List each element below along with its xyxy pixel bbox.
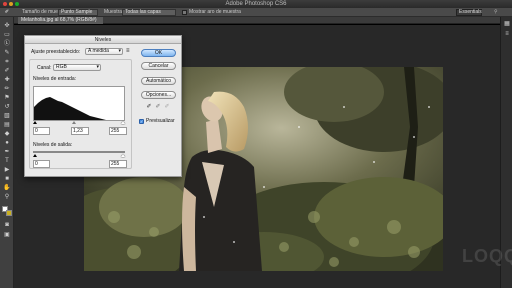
- gradient-tool-icon[interactable]: ▤: [3, 122, 11, 129]
- cancel-button[interactable]: Cancelar: [141, 62, 176, 70]
- preset-label: Ajuste preestablecido:: [31, 49, 81, 55]
- preview-label: Previsualizar: [146, 118, 175, 124]
- output-levels-label: Niveles de salida:: [33, 142, 73, 148]
- marquee-tool-icon[interactable]: ▭: [3, 32, 11, 39]
- blur-tool-icon[interactable]: ◆: [3, 131, 11, 138]
- dodge-tool-icon[interactable]: ●: [3, 140, 11, 147]
- input-white-slider[interactable]: [121, 121, 125, 124]
- white-point-eyedropper-icon[interactable]: ✐: [164, 104, 170, 110]
- options-bar: ✐ Tamaño de muestra: Punto Sample Muestr…: [0, 8, 512, 17]
- black-point-eyedropper-icon[interactable]: ✐: [146, 104, 152, 110]
- eraser-tool-icon[interactable]: ▧: [3, 113, 11, 120]
- history-brush-icon[interactable]: ↺: [3, 104, 11, 111]
- sample-layers-select[interactable]: Todas las capas: [122, 9, 176, 16]
- zoom-tool-icon[interactable]: ⚲: [3, 194, 11, 201]
- healing-brush-icon[interactable]: ✚: [3, 77, 11, 84]
- ok-button[interactable]: OK: [141, 49, 176, 57]
- screen-mode-icon[interactable]: ▣: [3, 232, 11, 239]
- levels-dialog-title: Niveles: [25, 36, 181, 44]
- input-white-field[interactable]: [109, 127, 127, 135]
- eyedropper-tool-icon[interactable]: ✐: [2, 9, 12, 16]
- output-white-field[interactable]: [109, 160, 127, 168]
- search-icon[interactable]: ⚲: [494, 9, 498, 16]
- sample-label: Muestra:: [104, 9, 124, 15]
- eyedropper-icon[interactable]: ✐: [3, 68, 11, 75]
- show-ring-checkbox[interactable]: [182, 10, 187, 15]
- output-gradient-bar: [33, 151, 125, 153]
- input-black-field[interactable]: [33, 127, 50, 135]
- histogram: [33, 86, 125, 121]
- window-title: Adobe Photoshop CS6: [225, 1, 287, 7]
- output-black-slider[interactable]: [33, 154, 37, 157]
- document-tab-bar: Melanholia.jpg al 68,7% (RGB/8#): [14, 17, 512, 24]
- lasso-tool-icon[interactable]: Ⓛ: [3, 41, 11, 48]
- type-tool-icon[interactable]: T: [3, 158, 11, 165]
- crop-tool-icon[interactable]: ⌗: [3, 59, 11, 66]
- quick-mask-icon[interactable]: ◙: [3, 222, 11, 229]
- pen-tool-icon[interactable]: ✒: [3, 149, 11, 156]
- history-panel-icon[interactable]: ▦: [503, 21, 511, 28]
- show-ring-label: Mostrar aro de muestra: [189, 9, 241, 15]
- channel-label: Canal:: [37, 65, 52, 71]
- input-gamma-field[interactable]: [71, 127, 89, 135]
- brush-tool-icon[interactable]: ✏: [3, 86, 11, 93]
- background-color-swatch[interactable]: [6, 210, 12, 216]
- preview-checkbox[interactable]: ✓: [139, 119, 144, 124]
- preset-select[interactable]: A medida: [85, 48, 123, 55]
- input-levels-label: Niveles de entrada:: [33, 76, 77, 82]
- workspace-switcher[interactable]: Essentials: [456, 9, 482, 16]
- clone-stamp-icon[interactable]: ⚑: [3, 95, 11, 102]
- input-black-slider[interactable]: [33, 121, 37, 124]
- toolbox: ✜ ▭ Ⓛ ✎ ⌗ ✐ ✚ ✏ ⚑ ↺ ▧ ▤ ◆ ● ✒ T ▶ ■ ✋ ⚲ …: [0, 17, 14, 288]
- shape-tool-icon[interactable]: ■: [3, 176, 11, 183]
- watermark-logo: LOQQ: [462, 246, 512, 266]
- histogram-graph: [34, 97, 106, 120]
- channel-select[interactable]: RGB: [53, 64, 101, 71]
- hand-tool-icon[interactable]: ✋: [3, 185, 11, 192]
- document-tab[interactable]: Melanholia.jpg al 68,7% (RGB/8#): [18, 17, 103, 24]
- output-white-slider[interactable]: [121, 154, 125, 157]
- move-tool-icon[interactable]: ✜: [3, 23, 11, 30]
- properties-panel-icon[interactable]: ≡: [503, 31, 511, 38]
- output-black-field[interactable]: [33, 160, 50, 168]
- levels-dialog: Niveles Ajuste preestablecido: A medida …: [24, 35, 182, 177]
- auto-button[interactable]: Automático: [141, 77, 176, 85]
- path-select-icon[interactable]: ▶: [3, 167, 11, 174]
- input-gamma-slider[interactable]: [72, 121, 76, 124]
- quick-select-tool-icon[interactable]: ✎: [3, 50, 11, 57]
- gray-point-eyedropper-icon[interactable]: ✐: [155, 104, 161, 110]
- options-button[interactable]: Opciones...: [141, 91, 176, 99]
- window-title-bar: Adobe Photoshop CS6: [0, 0, 512, 8]
- sample-size-select[interactable]: Punto Sample: [58, 9, 98, 16]
- preset-options-icon[interactable]: ≡: [126, 48, 130, 54]
